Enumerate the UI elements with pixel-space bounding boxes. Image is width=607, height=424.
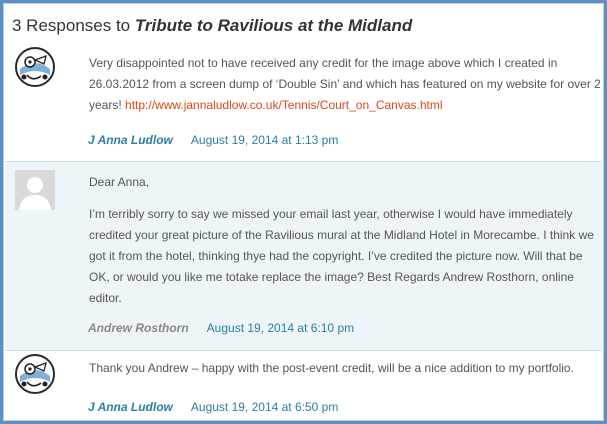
cartoon-character-avatar-icon: [15, 47, 55, 87]
greeting-text: Dear Anna,: [89, 175, 150, 189]
comment-item: Dear Anna, I’m terribly sorry to say we …: [5, 161, 602, 351]
comments-heading: 3 Responses to Tribute to Ravilious at t…: [12, 16, 412, 36]
comment-body: Thank you Andrew – happy with the post-e…: [89, 361, 574, 375]
default-user-avatar-icon: [15, 170, 55, 210]
comment-date[interactable]: August 19, 2014 at 6:50 pm: [191, 400, 338, 414]
cartoon-character-avatar-icon: [15, 354, 55, 394]
comment-meta: J Anna Ludlow August 19, 2014 at 6:50 pm: [88, 400, 338, 414]
comment-text: I’m terribly sorry to say we missed your…: [89, 204, 601, 309]
comment-item: Thank you Andrew – happy with the post-e…: [5, 350, 602, 421]
comment-meta: Andrew Rosthorn August 19, 2014 at 6:10 p…: [88, 321, 354, 335]
comment-date[interactable]: August 19, 2014 at 1:13 pm: [191, 133, 338, 147]
comment-greeting: Dear Anna,: [89, 172, 601, 193]
comment-author[interactable]: J Anna Ludlow: [88, 400, 173, 414]
comment-body: I’m terribly sorry to say we missed your…: [89, 207, 594, 305]
post-title[interactable]: Tribute to Ravilious at the Midland: [135, 16, 412, 35]
comment-author[interactable]: J Anna Ludlow: [88, 133, 173, 147]
comment-text: Thank you Andrew – happy with the post-e…: [89, 358, 601, 379]
comment-author: Andrew Rosthorn: [88, 321, 189, 335]
comments-count: 3 Responses to: [12, 16, 135, 35]
comment-text: Very disappointed not to have received a…: [89, 53, 601, 116]
comment-date[interactable]: August 19, 2014 at 6:10 pm: [207, 321, 354, 335]
portfolio-link[interactable]: http://www.jannaludlow.co.uk/Tennis/Cour…: [125, 98, 443, 112]
comments-panel: 3 Responses to Tribute to Ravilious at t…: [0, 0, 607, 424]
comment-meta: J Anna Ludlow August 19, 2014 at 1:13 pm: [88, 133, 338, 147]
comment-item: Very disappointed not to have received a…: [5, 43, 602, 161]
